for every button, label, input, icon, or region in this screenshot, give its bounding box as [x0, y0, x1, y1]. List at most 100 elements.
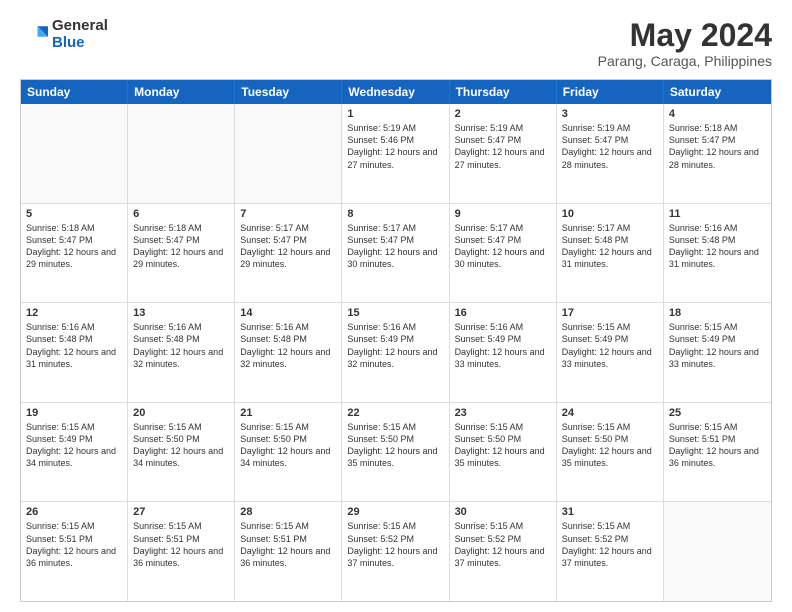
day-header-saturday: Saturday: [664, 80, 771, 104]
day-info: Sunrise: 5:19 AMSunset: 5:47 PMDaylight:…: [455, 122, 551, 171]
calendar-cell: 14 Sunrise: 5:16 AMSunset: 5:48 PMDayligh…: [235, 303, 342, 402]
day-info: Sunrise: 5:15 AMSunset: 5:51 PMDaylight:…: [26, 520, 122, 569]
calendar-row-5: 26 Sunrise: 5:15 AMSunset: 5:51 PMDayligh…: [21, 501, 771, 601]
calendar-cell: 4 Sunrise: 5:18 AMSunset: 5:47 PMDaylight…: [664, 104, 771, 203]
calendar-cell: 17 Sunrise: 5:15 AMSunset: 5:49 PMDayligh…: [557, 303, 664, 402]
calendar-cell: 5 Sunrise: 5:18 AMSunset: 5:47 PMDaylight…: [21, 204, 128, 303]
calendar-cell: 15Sunrise: 5:16 AMSunset: 5:49 PMDayligh…: [342, 303, 449, 402]
day-header-wednesday: Wednesday: [342, 80, 449, 104]
calendar-row-3: 12 Sunrise: 5:16 AMSunset: 5:48 PMDayligh…: [21, 302, 771, 402]
day-number: 24: [562, 407, 658, 419]
day-number: 9: [455, 208, 551, 220]
calendar-cell: 26 Sunrise: 5:15 AMSunset: 5:51 PMDayligh…: [21, 502, 128, 601]
day-info: Sunrise: 5:18 AMSunset: 5:47 PMDaylight:…: [133, 222, 229, 271]
day-info: Sunrise: 5:16 AMSunset: 5:48 PMDaylight:…: [240, 321, 336, 370]
day-info: Sunrise: 5:17 AMSunset: 5:48 PMDaylight:…: [562, 222, 658, 271]
calendar-cell: [128, 104, 235, 203]
day-number: 23: [455, 407, 551, 419]
day-info: Sunrise: 5:18 AMSunset: 5:47 PMDaylight:…: [26, 222, 122, 271]
day-info: Sunrise: 5:15 AMSunset: 5:50 PMDaylight:…: [455, 421, 551, 470]
day-info: Sunrise: 5:19 AMSunset: 5:46 PMDaylight:…: [347, 122, 443, 171]
page: General Blue May 2024 Parang, Caraga, Ph…: [0, 0, 792, 612]
calendar-cell: 22Sunrise: 5:15 AMSunset: 5:50 PMDayligh…: [342, 403, 449, 502]
header: General Blue May 2024 Parang, Caraga, Ph…: [20, 18, 772, 69]
day-info: Sunrise: 5:16 AMSunset: 5:49 PMDaylight:…: [455, 321, 551, 370]
day-info: Sunrise: 5:15 AMSunset: 5:51 PMDaylight:…: [240, 520, 336, 569]
day-number: 11: [669, 208, 766, 220]
calendar-cell: 24 Sunrise: 5:15 AMSunset: 5:50 PMDayligh…: [557, 403, 664, 502]
day-info: Sunrise: 5:17 AMSunset: 5:47 PMDaylight:…: [347, 222, 443, 271]
day-number: 16: [455, 307, 551, 319]
day-header-sunday: Sunday: [21, 80, 128, 104]
day-number: 15: [347, 307, 443, 319]
calendar-cell: 7Sunrise: 5:17 AMSunset: 5:47 PMDaylight…: [235, 204, 342, 303]
title-block: May 2024 Parang, Caraga, Philippines: [598, 18, 772, 69]
day-info: Sunrise: 5:16 AMSunset: 5:48 PMDaylight:…: [133, 321, 229, 370]
day-number: 29: [347, 506, 443, 518]
calendar-cell: 16 Sunrise: 5:16 AMSunset: 5:49 PMDayligh…: [450, 303, 557, 402]
calendar-cell: 10 Sunrise: 5:17 AMSunset: 5:48 PMDayligh…: [557, 204, 664, 303]
day-number: 21: [240, 407, 336, 419]
day-number: 27: [133, 506, 229, 518]
location-subtitle: Parang, Caraga, Philippines: [598, 53, 772, 69]
calendar-cell: [21, 104, 128, 203]
month-title: May 2024: [598, 18, 772, 53]
day-number: 4: [669, 108, 766, 120]
day-info: Sunrise: 5:15 AMSunset: 5:51 PMDaylight:…: [669, 421, 766, 470]
day-info: Sunrise: 5:15 AMSunset: 5:50 PMDaylight:…: [133, 421, 229, 470]
day-info: Sunrise: 5:15 AMSunset: 5:50 PMDaylight:…: [562, 421, 658, 470]
calendar-cell: 23 Sunrise: 5:15 AMSunset: 5:50 PMDayligh…: [450, 403, 557, 502]
day-header-thursday: Thursday: [450, 80, 557, 104]
day-info: Sunrise: 5:15 AMSunset: 5:50 PMDaylight:…: [240, 421, 336, 470]
day-info: Sunrise: 5:15 AMSunset: 5:52 PMDaylight:…: [347, 520, 443, 569]
day-number: 18: [669, 307, 766, 319]
calendar-row-1: 1Sunrise: 5:19 AMSunset: 5:46 PMDaylight…: [21, 104, 771, 203]
calendar-cell: [664, 502, 771, 601]
day-number: 7: [240, 208, 336, 220]
calendar-cell: 8Sunrise: 5:17 AMSunset: 5:47 PMDaylight…: [342, 204, 449, 303]
calendar: SundayMondayTuesdayWednesdayThursdayFrid…: [20, 79, 772, 602]
calendar-cell: 28 Sunrise: 5:15 AMSunset: 5:51 PMDayligh…: [235, 502, 342, 601]
calendar-body: 1Sunrise: 5:19 AMSunset: 5:46 PMDaylight…: [21, 104, 771, 601]
calendar-cell: 29 Sunrise: 5:15 AMSunset: 5:52 PMDayligh…: [342, 502, 449, 601]
calendar-row-2: 5 Sunrise: 5:18 AMSunset: 5:47 PMDaylight…: [21, 203, 771, 303]
day-header-monday: Monday: [128, 80, 235, 104]
day-number: 28: [240, 506, 336, 518]
day-info: Sunrise: 5:19 AMSunset: 5:47 PMDaylight:…: [562, 122, 658, 171]
day-info: Sunrise: 5:16 AMSunset: 5:48 PMDaylight:…: [26, 321, 122, 370]
day-number: 19: [26, 407, 122, 419]
calendar-cell: 21 Sunrise: 5:15 AMSunset: 5:50 PMDayligh…: [235, 403, 342, 502]
logo: General Blue: [20, 18, 108, 51]
day-header-tuesday: Tuesday: [235, 80, 342, 104]
calendar-cell: 31Sunrise: 5:15 AMSunset: 5:52 PMDayligh…: [557, 502, 664, 601]
calendar-cell: 3 Sunrise: 5:19 AMSunset: 5:47 PMDaylight…: [557, 104, 664, 203]
day-number: 3: [562, 108, 658, 120]
logo-text: General Blue: [52, 18, 108, 51]
calendar-cell: 13 Sunrise: 5:16 AMSunset: 5:48 PMDayligh…: [128, 303, 235, 402]
calendar-cell: 30Sunrise: 5:15 AMSunset: 5:52 PMDayligh…: [450, 502, 557, 601]
day-number: 17: [562, 307, 658, 319]
calendar-cell: 20Sunrise: 5:15 AMSunset: 5:50 PMDayligh…: [128, 403, 235, 502]
day-info: Sunrise: 5:17 AMSunset: 5:47 PMDaylight:…: [455, 222, 551, 271]
calendar-cell: 27Sunrise: 5:15 AMSunset: 5:51 PMDayligh…: [128, 502, 235, 601]
day-info: Sunrise: 5:16 AMSunset: 5:48 PMDaylight:…: [669, 222, 766, 271]
day-number: 2: [455, 108, 551, 120]
day-info: Sunrise: 5:15 AMSunset: 5:50 PMDaylight:…: [347, 421, 443, 470]
day-info: Sunrise: 5:15 AMSunset: 5:49 PMDaylight:…: [26, 421, 122, 470]
day-info: Sunrise: 5:15 AMSunset: 5:49 PMDaylight:…: [562, 321, 658, 370]
calendar-cell: 25Sunrise: 5:15 AMSunset: 5:51 PMDayligh…: [664, 403, 771, 502]
day-info: Sunrise: 5:18 AMSunset: 5:47 PMDaylight:…: [669, 122, 766, 171]
calendar-cell: 12 Sunrise: 5:16 AMSunset: 5:48 PMDayligh…: [21, 303, 128, 402]
calendar-cell: 2 Sunrise: 5:19 AMSunset: 5:47 PMDaylight…: [450, 104, 557, 203]
calendar-cell: 6Sunrise: 5:18 AMSunset: 5:47 PMDaylight…: [128, 204, 235, 303]
calendar-header: SundayMondayTuesdayWednesdayThursdayFrid…: [21, 80, 771, 104]
calendar-cell: 18Sunrise: 5:15 AMSunset: 5:49 PMDayligh…: [664, 303, 771, 402]
day-number: 10: [562, 208, 658, 220]
day-number: 13: [133, 307, 229, 319]
day-number: 12: [26, 307, 122, 319]
day-number: 26: [26, 506, 122, 518]
day-number: 14: [240, 307, 336, 319]
day-number: 5: [26, 208, 122, 220]
day-header-friday: Friday: [557, 80, 664, 104]
calendar-cell: 1Sunrise: 5:19 AMSunset: 5:46 PMDaylight…: [342, 104, 449, 203]
